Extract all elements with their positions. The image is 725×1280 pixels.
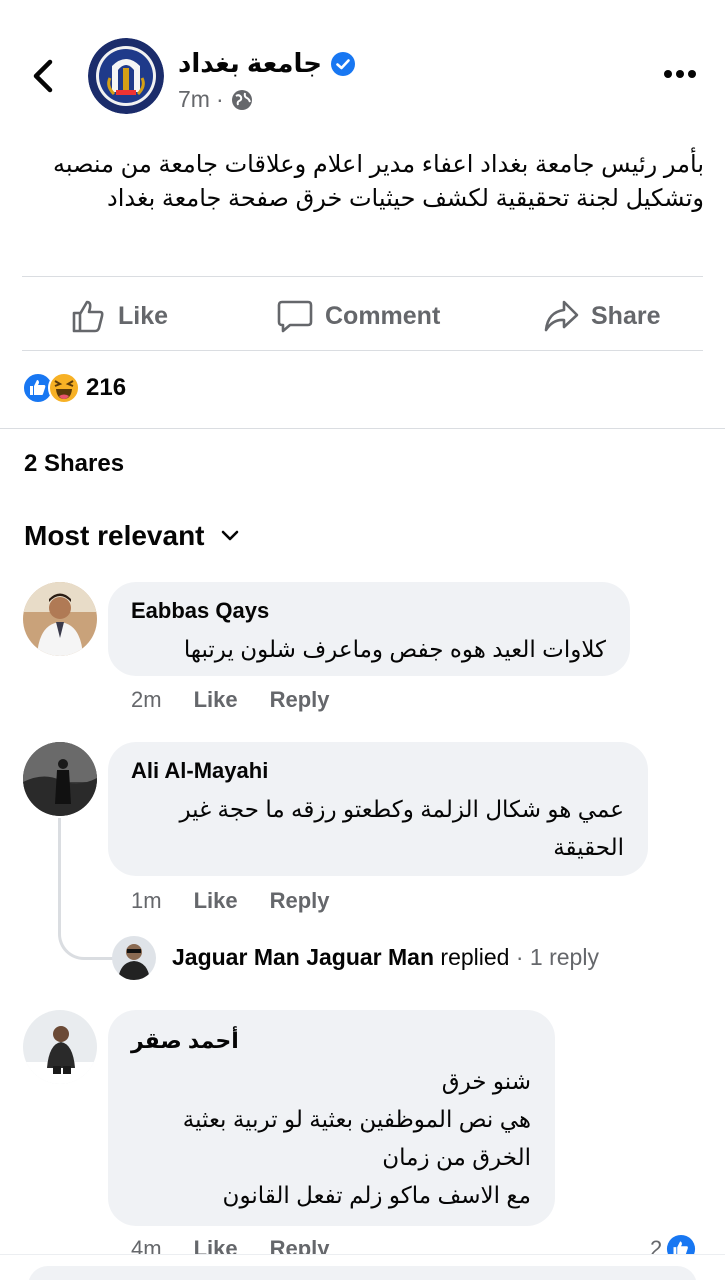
comment-reply-button[interactable]: Reply [270,888,330,914]
page-name[interactable]: جامعة بغداد [178,48,322,79]
reaction-count: 216 [86,374,127,401]
thumbs-up-icon [72,300,104,333]
comment-sort-dropdown[interactable]: Most relevant [24,520,241,552]
avatar-photo-icon [23,582,97,656]
like-button[interactable]: Like [70,294,168,338]
comment-line: الخرق من زمان [382,1144,531,1170]
divider [22,276,703,277]
commenter-avatar[interactable] [23,1010,97,1084]
comment-button[interactable]: Comment [277,294,440,338]
comment-icon [277,300,313,333]
back-arrow-icon[interactable] [26,56,62,96]
commenter-avatar[interactable] [23,582,97,656]
comment-text: شنو خرق هي نص الموظفين بعثية لو تربية بع… [111,1062,531,1214]
share-button[interactable]: Share [543,294,660,338]
divider [22,350,703,351]
comment-line: مع الاسف ماكو زلم تفعل القانون [222,1182,531,1208]
comment-time: 1m [131,888,162,913]
comment-bubble[interactable]: أحمد صقر شنو خرق هي نص الموظفين بعثية لو… [108,1010,555,1226]
comment-time: 2m [131,687,162,712]
comment-author[interactable]: Eabbas Qays [131,598,269,624]
chevron-down-icon [221,530,238,541]
replied-verb: replied [440,944,510,970]
avatar-photo-icon [112,936,156,980]
page-avatar[interactable] [88,38,164,114]
comment-bubble[interactable]: Eabbas Qays كلاوات العيد هوه جفص وماعرف … [108,582,630,676]
shares-count[interactable]: 2 Shares [24,450,124,478]
comment-footer: 1m Like Reply [131,888,330,914]
like-label: Like [118,301,169,330]
commenter-avatar[interactable] [23,742,97,816]
university-logo-icon [88,38,164,114]
view-replies-link[interactable]: Jaguar Man Jaguar Man replied · 1 reply [172,944,599,971]
verified-badge-icon [331,52,355,76]
post-text: بأمر رئيس جامعة بغداد اعفاء مدير اعلام و… [52,151,704,212]
replier-avatar[interactable] [112,936,156,980]
reply-thread-line [58,818,114,960]
comment-footer: 2m Like Reply [131,687,330,713]
comment-author[interactable]: Ali Al-Mayahi [131,758,268,784]
comment-line: هي نص الموظفين بعثية لو تربية بعثية [182,1106,531,1132]
replier-name: Jaguar Man Jaguar Man [172,944,435,970]
meta-separator: · [215,86,224,112]
share-label: Share [591,301,661,330]
sort-label: Most relevant [24,520,205,551]
comment-reply-button[interactable]: Reply [270,687,330,713]
reaction-summary[interactable]: 216 [22,372,126,404]
avatar-photo-icon [23,1010,97,1084]
globe-icon [231,89,252,110]
comment-like-button[interactable]: Like [194,888,238,914]
avatar-photo-icon [23,742,97,816]
comment-like-button[interactable]: Like [194,687,238,713]
comment-text: عمي هو شكال الزلمة وكطعتو رزقه ما حجة غي… [179,796,624,860]
comment-bubble[interactable]: Ali Al-Mayahi عمي هو شكال الزلمة وكطعتو … [108,742,648,876]
post-time: 7m [178,86,210,112]
haha-reaction-icon [48,372,80,404]
comment-author[interactable]: أحمد صقر [131,1028,239,1054]
comment-text: كلاوات العيد هوه جفص وماعرف شلون يرتبها [183,636,606,662]
reply-count: · 1 reply [515,944,599,970]
comment-line: شنو خرق [441,1068,531,1094]
more-options-icon[interactable] [662,64,698,84]
comment-label: Comment [325,301,441,330]
share-icon [544,300,579,332]
section-divider [0,428,725,429]
post-meta: 7m · [178,86,254,113]
comment-input-field[interactable] [28,1266,697,1280]
